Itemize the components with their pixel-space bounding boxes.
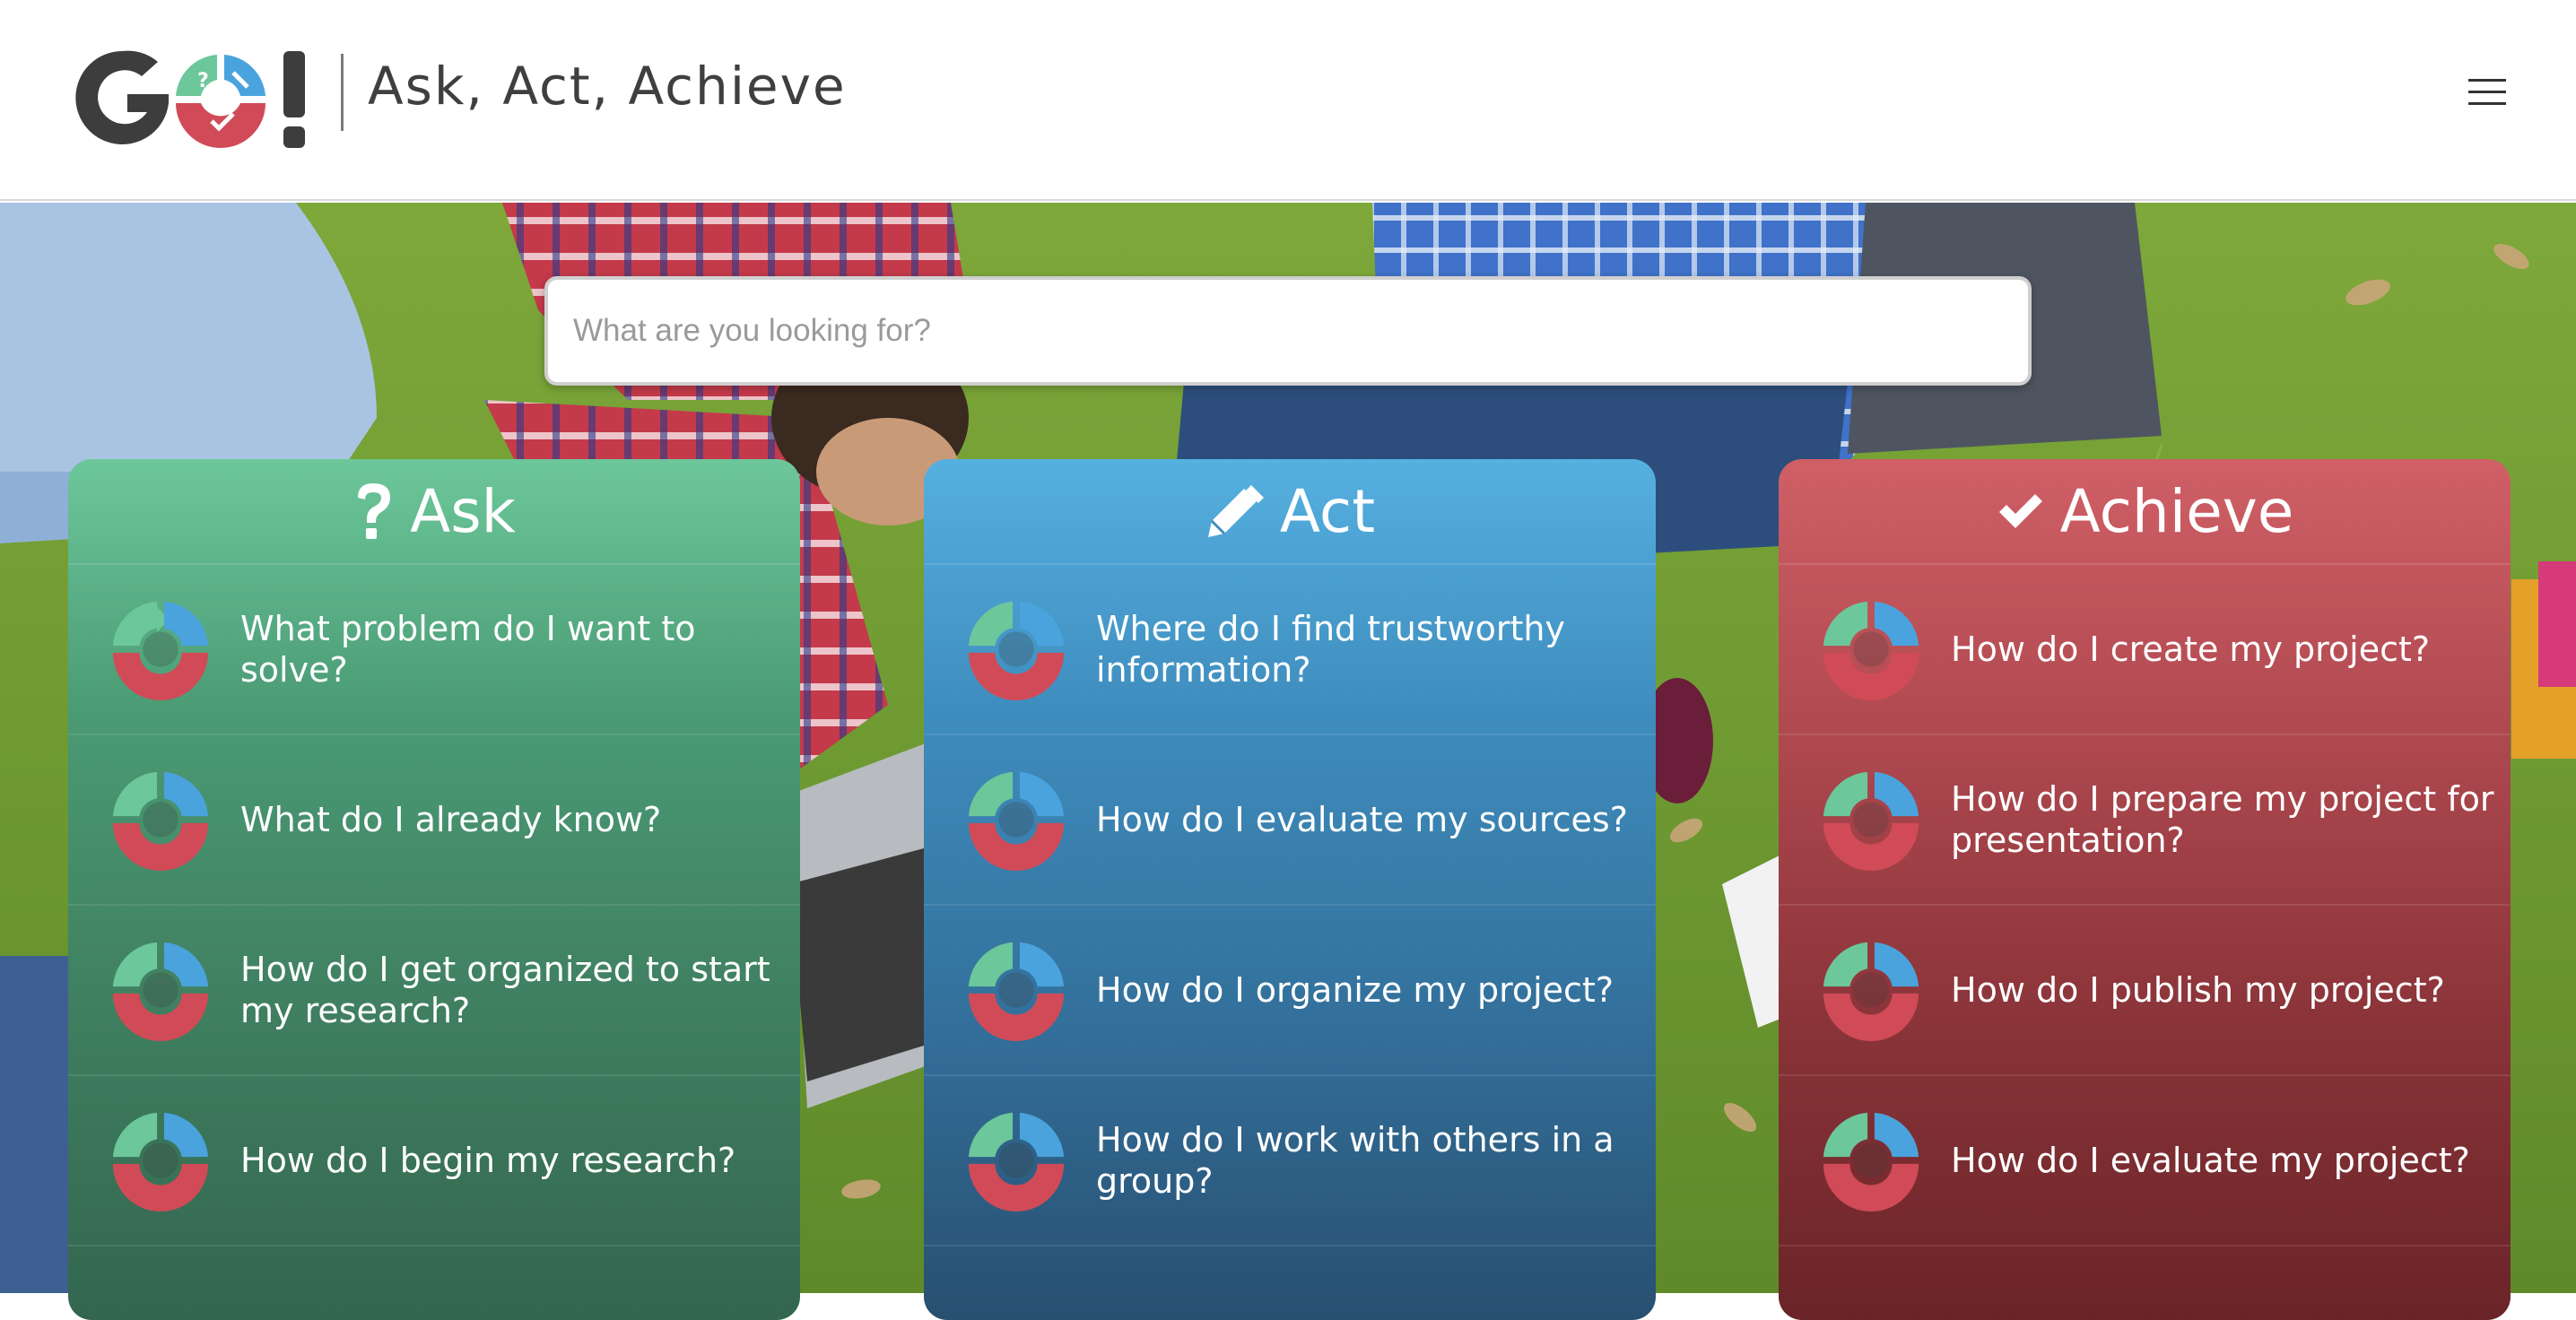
cycle-arrows-icon — [963, 767, 1069, 873]
search-input[interactable] — [544, 276, 2032, 386]
list-item-ask-3[interactable]: How do I get organized to start my resea… — [68, 906, 800, 1076]
list-item-act-1[interactable]: Where do I find trustworthy information? — [924, 565, 1656, 735]
list-item-achieve-1[interactable]: How do I create my project? — [1779, 565, 2511, 735]
cycle-arrows-icon — [1818, 1107, 1924, 1213]
item-label: How do I evaluate my sources? — [1096, 800, 1628, 839]
cycle-arrows-icon — [108, 596, 213, 702]
site-header: ? Ask, Act, Achieve — [0, 0, 2576, 201]
list-item-act-4[interactable]: How do I work with others in a group? — [924, 1076, 1656, 1246]
list-item-ask-2[interactable]: What do I already know? — [68, 735, 800, 906]
cycle-arrows-icon — [1818, 937, 1924, 1043]
ask-header[interactable]: Ask — [68, 459, 800, 565]
item-label: How do I publish my project? — [1951, 970, 2445, 1010]
achieve-header[interactable]: Achieve — [1779, 459, 2511, 565]
item-label: What problem do I want to solve? — [240, 609, 696, 690]
item-label: How do I begin my research? — [240, 1141, 736, 1180]
list-item-achieve-2[interactable]: How do I prepare my project for presenta… — [1779, 735, 2511, 906]
item-label: What do I already know? — [240, 800, 662, 839]
checkmark-icon — [1996, 491, 2044, 532]
logo-divider — [341, 54, 344, 131]
list-item-ask-4[interactable]: How do I begin my research? — [68, 1076, 800, 1246]
ask-title: Ask — [410, 476, 516, 546]
achieve-title: Achieve — [2059, 476, 2294, 546]
item-label: How do I organize my project? — [1096, 970, 1614, 1010]
go-logo[interactable]: ? — [68, 36, 319, 161]
item-label: How do I get organized to start my resea… — [240, 950, 770, 1030]
list-item-achieve-3[interactable]: How do I publish my project? — [1779, 906, 2511, 1076]
item-label: How do I create my project? — [1951, 630, 2431, 669]
cycle-arrows-icon — [108, 937, 213, 1043]
site-tagline: Ask, Act, Achieve — [368, 56, 847, 117]
go-logo-icon: ? — [75, 50, 305, 148]
act-column: Act Where do I find trustworthy informat… — [924, 459, 1656, 1320]
list-item-act-2[interactable]: How do I evaluate my sources? — [924, 735, 1656, 906]
ask-column: Ask What problem do I want to solve? Wha… — [68, 459, 800, 1320]
item-label: How do I prepare my project for presenta… — [1951, 779, 2494, 860]
svg-text:?: ? — [197, 70, 209, 92]
cycle-arrows-icon — [963, 937, 1069, 1043]
cycle-arrows-icon — [108, 1107, 213, 1213]
question-mark-icon — [352, 482, 394, 541]
cycle-arrows-icon — [963, 1107, 1069, 1213]
cycle-arrows-icon — [108, 767, 213, 873]
list-item-act-3[interactable]: How do I organize my project? — [924, 906, 1656, 1076]
cycle-arrows-icon — [1818, 767, 1924, 873]
list-item-ask-1[interactable]: What problem do I want to solve? — [68, 565, 800, 735]
achieve-column: Achieve How do I create my project? How … — [1779, 459, 2511, 1320]
item-label: How do I work with others in a group? — [1096, 1120, 1614, 1201]
hamburger-icon — [2468, 79, 2506, 82]
list-item-achieve-4[interactable]: How do I evaluate my project? — [1779, 1076, 2511, 1246]
act-title: Act — [1279, 476, 1376, 546]
cycle-arrows-icon — [1818, 596, 1924, 702]
hamburger-menu-button[interactable] — [2468, 75, 2508, 108]
act-header[interactable]: Act — [924, 459, 1656, 565]
cycle-arrows-icon — [963, 596, 1069, 702]
item-label: How do I evaluate my project? — [1951, 1141, 2470, 1180]
pencil-icon — [1205, 482, 1264, 541]
item-label: Where do I find trustworthy information? — [1096, 609, 1565, 690]
